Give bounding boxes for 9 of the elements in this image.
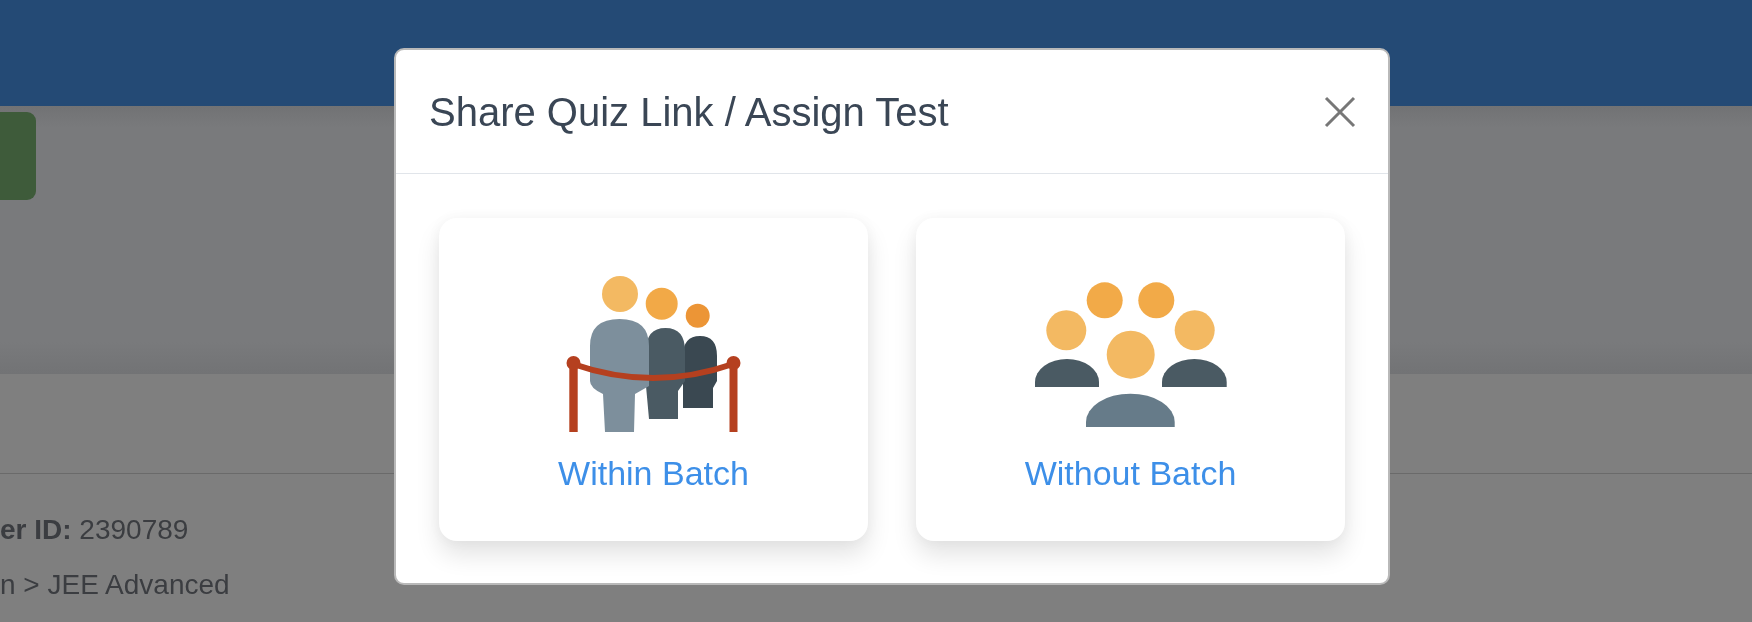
close-icon (1324, 95, 1356, 128)
people-group-icon (1034, 281, 1227, 427)
people-behind-rope-icon (565, 276, 742, 432)
dialog-title: Share Quiz Link / Assign Test (429, 88, 949, 136)
batch-option-card[interactable]: Within Batch (439, 218, 868, 541)
info-text: n > JEE Advanced (0, 568, 230, 602)
batch-option-card[interactable]: Without Batch (916, 218, 1345, 541)
info-text: er ID: 2390789 (0, 513, 189, 547)
close-button[interactable] (1324, 95, 1356, 128)
